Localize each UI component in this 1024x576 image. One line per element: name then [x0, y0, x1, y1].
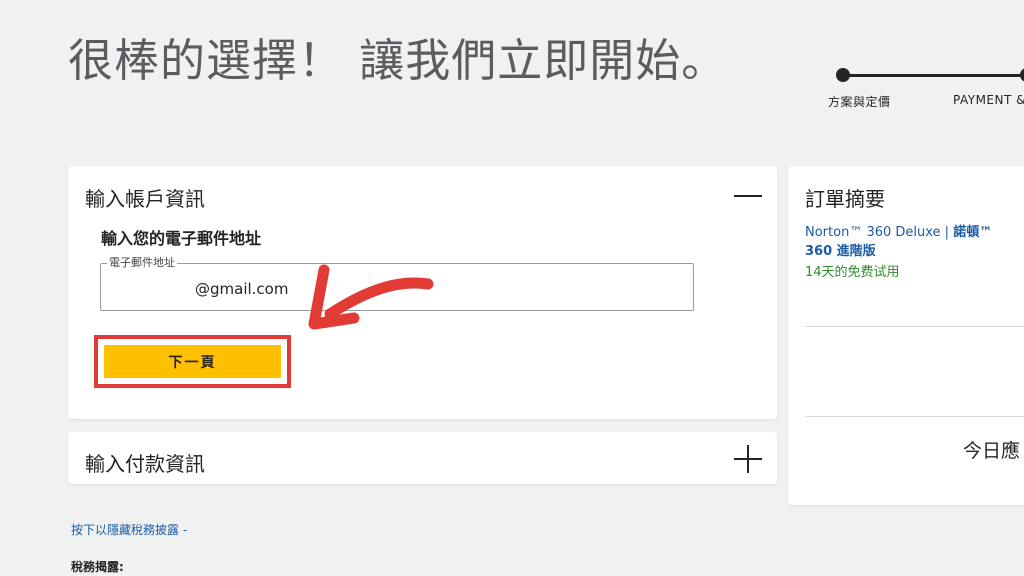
summary-divider-1	[805, 326, 1024, 327]
order-summary-title: 訂單摘要	[805, 187, 885, 211]
email-field-value[interactable]: @gmail.com	[195, 280, 288, 298]
next-page-button[interactable]: 下一頁	[104, 345, 281, 378]
stepper-line	[842, 74, 1024, 77]
email-heading: 輸入您的電子郵件地址	[101, 229, 262, 248]
hide-tax-disclosure-link[interactable]: 按下以隱藏稅務披露 -	[71, 521, 187, 538]
checkout-stepper: 方案與定價 PAYMENT &	[828, 68, 1024, 118]
step-dot-pricing	[836, 68, 850, 82]
payment-card-title[interactable]: 輸入付款資訊	[85, 448, 205, 477]
trial-label: 14天的免费试用	[805, 265, 900, 280]
summary-divider-2	[805, 416, 1024, 417]
step-label-pricing: 方案與定價	[828, 95, 891, 109]
account-card-title: 輸入帳戶資訊	[85, 187, 205, 211]
step-dot-payment	[1020, 68, 1024, 82]
page-title: 很棒的選擇！ 讓我們立即開始。	[68, 34, 728, 87]
step-label-payment: PAYMENT &	[953, 93, 1024, 107]
plus-icon[interactable]	[734, 445, 762, 473]
minus-icon[interactable]	[734, 182, 762, 210]
today-total-label: 今日應	[963, 440, 1021, 462]
product-name: Norton™ 360 Deluxe | 諾頓™ 360 進階版	[805, 223, 1024, 261]
product-name-bold: 諾頓™	[953, 225, 993, 240]
email-field-label: 電子郵件地址	[107, 256, 177, 270]
product-name-line2: 360 進階版	[805, 244, 876, 259]
product-name-line1: Norton™ 360 Deluxe |	[805, 225, 954, 240]
tax-disclosure-label: 稅務揭露:	[71, 560, 124, 574]
red-arrow-annotation	[308, 264, 434, 330]
